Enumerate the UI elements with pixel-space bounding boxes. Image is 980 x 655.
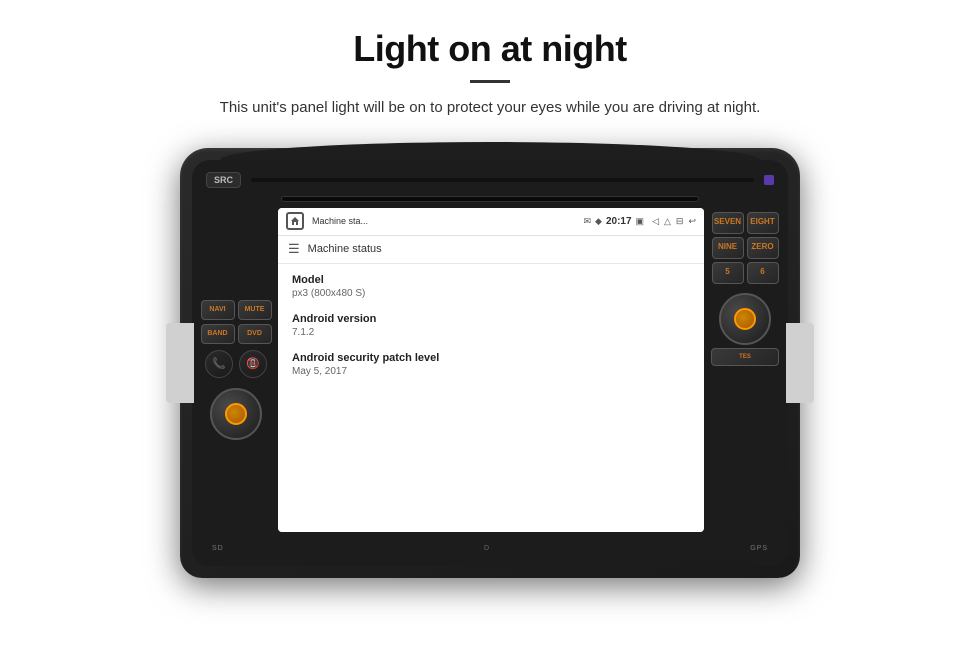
status-content: Model px3 (800x480 S) Android version 7.… — [278, 264, 704, 532]
android-version-value: 7.1.2 — [292, 327, 690, 338]
page-header: Light on at night This unit's panel ligh… — [0, 0, 980, 130]
back-icon[interactable]: ↩ — [688, 216, 696, 227]
left-knob-inner — [225, 403, 247, 425]
volume-icon[interactable]: ◁ — [652, 216, 659, 227]
gps-label: GPS — [750, 545, 768, 552]
zero-button[interactable]: ZERO — [747, 237, 779, 259]
tes-button[interactable]: TES — [711, 348, 779, 366]
status-item-security-patch: Android security patch level May 5, 2017 — [292, 352, 690, 377]
side-tab-left — [166, 323, 194, 403]
right-knob-inner — [734, 308, 756, 330]
num-row-2: NINE ZERO — [712, 237, 779, 259]
screen: Machine sta... ✉ ◆ 20:17 ▣ ◁ △ ⊟ ↩ — [278, 208, 704, 532]
left-knob[interactable] — [210, 388, 262, 440]
num6-button[interactable]: 6 — [747, 262, 779, 284]
num5-button[interactable]: 5 — [712, 262, 744, 284]
location-icon: ◆ — [595, 216, 602, 227]
d-label: D — [484, 545, 490, 552]
phone-accept-button[interactable]: 📞 — [205, 350, 233, 378]
cd-slot-top — [251, 178, 754, 182]
device-wrapper: SRC NAVI MUTE BAND DVD — [0, 148, 980, 578]
photo-icon: ▣ — [636, 216, 645, 227]
app-header-title: Machine status — [308, 243, 382, 255]
middle-section: NAVI MUTE BAND DVD 📞 📵 — [192, 204, 788, 536]
security-patch-label: Android security patch level — [292, 352, 690, 364]
status-item-model: Model px3 (800x480 S) — [292, 274, 690, 299]
home-button[interactable] — [286, 212, 304, 230]
src-button[interactable]: SRC — [206, 172, 241, 188]
nav-icons: ◁ △ ⊟ ↩ — [652, 216, 696, 227]
num-row-3: 5 6 — [712, 262, 779, 284]
inner-bezel: SRC NAVI MUTE BAND DVD — [192, 160, 788, 566]
navi-button[interactable]: NAVI — [201, 300, 235, 320]
cd-slot — [281, 196, 698, 202]
hamburger-icon[interactable]: ☰ — [288, 241, 300, 257]
num-row-1: SEVEN EIGHT — [712, 212, 779, 234]
app-header: ☰ Machine status — [278, 236, 704, 264]
car-unit: SRC NAVI MUTE BAND DVD — [180, 148, 800, 578]
band-button[interactable]: BAND — [201, 324, 235, 344]
dvd-button[interactable]: DVD — [238, 324, 272, 344]
status-bar-title: Machine sta... — [312, 216, 580, 226]
phone-reject-button[interactable]: 📵 — [239, 350, 267, 378]
sd-label: SD — [212, 545, 224, 552]
status-icons: ✉ ◆ 20:17 ▣ — [584, 216, 645, 227]
model-label: Model — [292, 274, 690, 286]
side-tab-right — [786, 323, 814, 403]
status-time: 20:17 — [606, 216, 632, 227]
power-indicator — [764, 175, 774, 185]
phone-row: 📞 📵 — [205, 350, 267, 378]
status-bar: Machine sta... ✉ ◆ 20:17 ▣ ◁ △ ⊟ ↩ — [278, 208, 704, 236]
message-icon: ✉ — [584, 216, 592, 227]
seven-button[interactable]: SEVEN — [712, 212, 744, 234]
page-title: Light on at night — [0, 28, 980, 70]
btn-row-mid: BAND DVD — [201, 324, 272, 344]
title-divider — [470, 80, 510, 83]
btn-row-top: NAVI MUTE — [201, 300, 272, 320]
mute-button[interactable]: MUTE — [238, 300, 272, 320]
right-panel: SEVEN EIGHT NINE ZERO — [710, 208, 780, 532]
bottom-bar: SD D GPS — [192, 536, 788, 566]
eight-button[interactable]: EIGHT — [747, 212, 779, 234]
status-item-android-version: Android version 7.1.2 — [292, 313, 690, 338]
nine-button[interactable]: NINE — [712, 237, 744, 259]
media-icon[interactable]: △ — [664, 216, 671, 227]
top-bar: SRC — [192, 160, 788, 196]
right-knob[interactable] — [719, 293, 771, 345]
screen-icon[interactable]: ⊟ — [676, 216, 684, 227]
page-subtitle: This unit's panel light will be on to pr… — [0, 97, 980, 120]
left-panel: NAVI MUTE BAND DVD 📞 📵 — [200, 208, 272, 532]
security-patch-value: May 5, 2017 — [292, 366, 690, 377]
model-value: px3 (800x480 S) — [292, 288, 690, 299]
android-version-label: Android version — [292, 313, 690, 325]
